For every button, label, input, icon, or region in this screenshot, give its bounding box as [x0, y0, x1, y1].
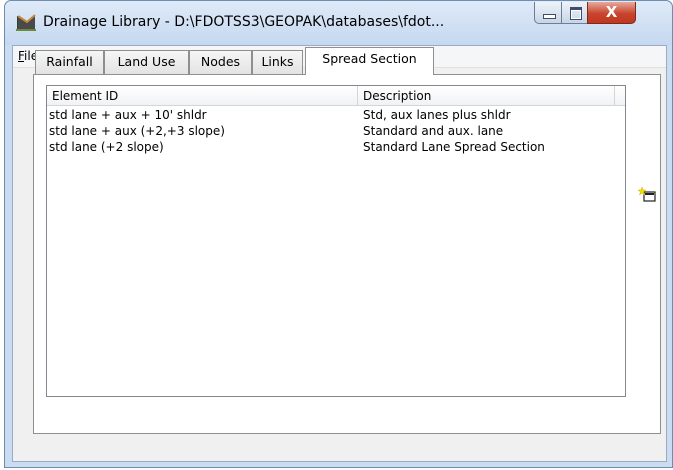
- drainage-app-icon: [16, 14, 36, 31]
- table-row[interactable]: std lane + aux (+2,+3 slope) Standard an…: [47, 123, 625, 139]
- table-row[interactable]: std lane + aux + 10' shldr Std, aux lane…: [47, 107, 625, 123]
- tab-rainfall[interactable]: Rainfall: [35, 50, 104, 74]
- new-item-icon[interactable]: [638, 185, 658, 205]
- close-button[interactable]: X: [587, 2, 636, 24]
- tab-nodes[interactable]: Nodes: [189, 50, 252, 74]
- minimize-button[interactable]: [534, 2, 562, 24]
- cell-element-id: std lane (+2 slope): [49, 140, 164, 154]
- maximize-button[interactable]: [561, 2, 588, 24]
- window-title: Drainage Library - D:\FDOTSS3\GEOPAK\dat…: [43, 14, 445, 30]
- spread-section-panel: Element ID Description std lane + aux + …: [33, 74, 661, 434]
- column-header-element-id[interactable]: Element ID: [47, 86, 358, 106]
- close-icon: X: [605, 3, 618, 21]
- application-window: Drainage Library - D:\FDOTSS3\GEOPAK\dat…: [4, 0, 673, 468]
- tab-land-use[interactable]: Land Use: [104, 50, 189, 74]
- cell-description: Standard Lane Spread Section: [363, 140, 545, 154]
- title-bar[interactable]: Drainage Library - D:\FDOTSS3\GEOPAK\dat…: [5, 1, 672, 45]
- cell-description: Std, aux lanes plus shldr: [363, 108, 511, 122]
- tab-links[interactable]: Links: [252, 50, 303, 74]
- cell-element-id: std lane + aux (+2,+3 slope): [49, 124, 225, 138]
- cell-description: Standard and aux. lane: [363, 124, 504, 138]
- list-header: Element ID Description: [47, 86, 625, 106]
- cell-element-id: std lane + aux + 10' shldr: [49, 108, 207, 122]
- column-header-description[interactable]: Description: [358, 86, 615, 106]
- tab-spread-section[interactable]: Spread Section: [305, 47, 434, 75]
- element-list[interactable]: Element ID Description std lane + aux + …: [46, 85, 626, 397]
- table-row[interactable]: std lane (+2 slope) Standard Lane Spread…: [47, 139, 625, 155]
